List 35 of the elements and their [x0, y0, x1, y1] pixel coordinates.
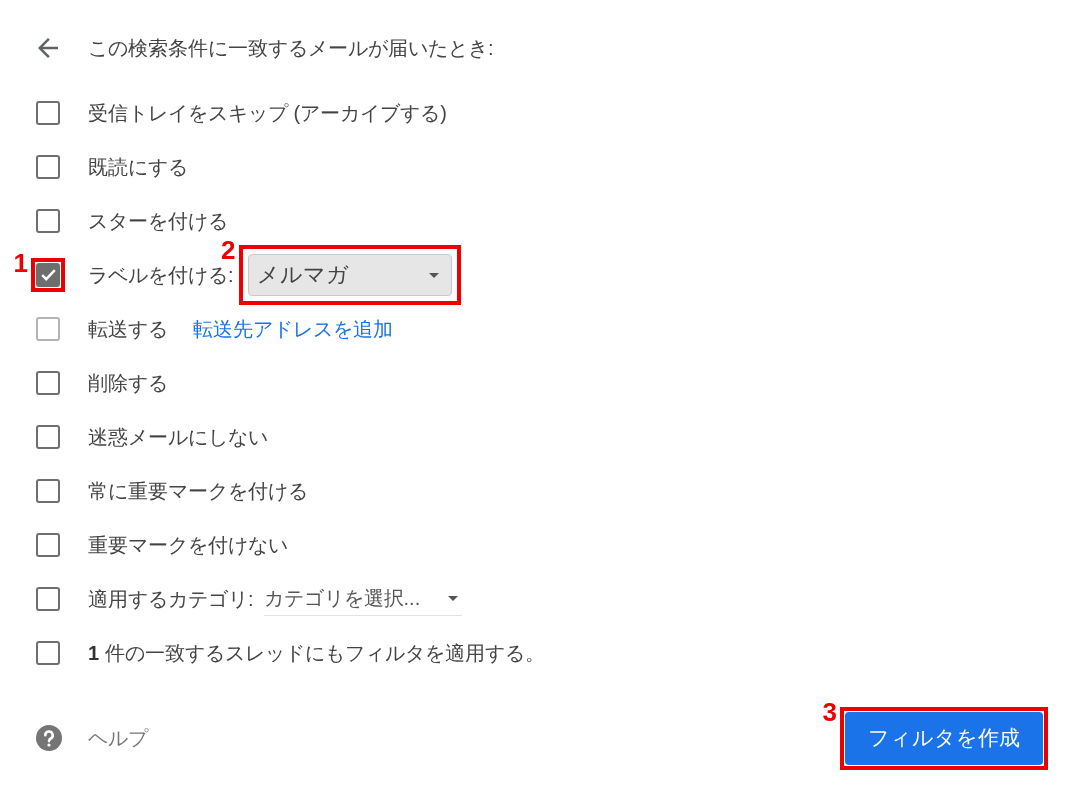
checkbox[interactable]: [36, 101, 60, 125]
annotation-number: 2: [221, 237, 236, 263]
caret-icon: [428, 272, 439, 278]
caret-icon: [447, 596, 458, 601]
option-label: 適用するカテゴリ:: [88, 586, 254, 612]
option-label: 転送する: [88, 316, 168, 342]
option-label: 1 件の一致するスレッドにもフィルタを適用する。: [88, 640, 545, 666]
option-label: 削除する: [88, 370, 168, 396]
option-label: 受信トレイをスキップ (アーカイブする): [88, 100, 447, 126]
option-label: ラベルを付ける:: [88, 262, 234, 288]
help-link[interactable]: ヘルプ: [36, 724, 148, 752]
option-label: 常に重要マークを付ける: [88, 478, 308, 504]
option-label: 既読にする: [88, 154, 188, 180]
checkbox[interactable]: [36, 425, 60, 449]
checkbox[interactable]: [36, 533, 60, 557]
annotation-number: 1: [13, 250, 28, 276]
checkbox[interactable]: [36, 155, 60, 179]
checkbox[interactable]: [36, 263, 60, 287]
section-title: この検索条件に一致するメールが届いたとき:: [88, 35, 494, 61]
option-label: 迷惑メールにしない: [88, 424, 268, 450]
annotation-frame: [31, 258, 65, 292]
annotation-number: 3: [822, 698, 837, 725]
checkbox[interactable]: [36, 371, 60, 395]
label-dropdown[interactable]: メルマガ: [247, 254, 452, 296]
help-icon: [36, 725, 62, 751]
back-arrow-icon[interactable]: [38, 38, 58, 58]
category-dropdown[interactable]: カテゴリを選択...: [263, 582, 462, 616]
create-filter-button[interactable]: フィルタを作成: [845, 711, 1043, 765]
checkbox[interactable]: [36, 209, 60, 233]
checkbox[interactable]: [36, 479, 60, 503]
option-label: スターを付ける: [88, 208, 228, 234]
checkmark-icon: [40, 269, 56, 281]
option-label: 重要マークを付けない: [88, 532, 288, 558]
checkbox[interactable]: [36, 641, 60, 665]
checkbox[interactable]: [36, 587, 60, 611]
